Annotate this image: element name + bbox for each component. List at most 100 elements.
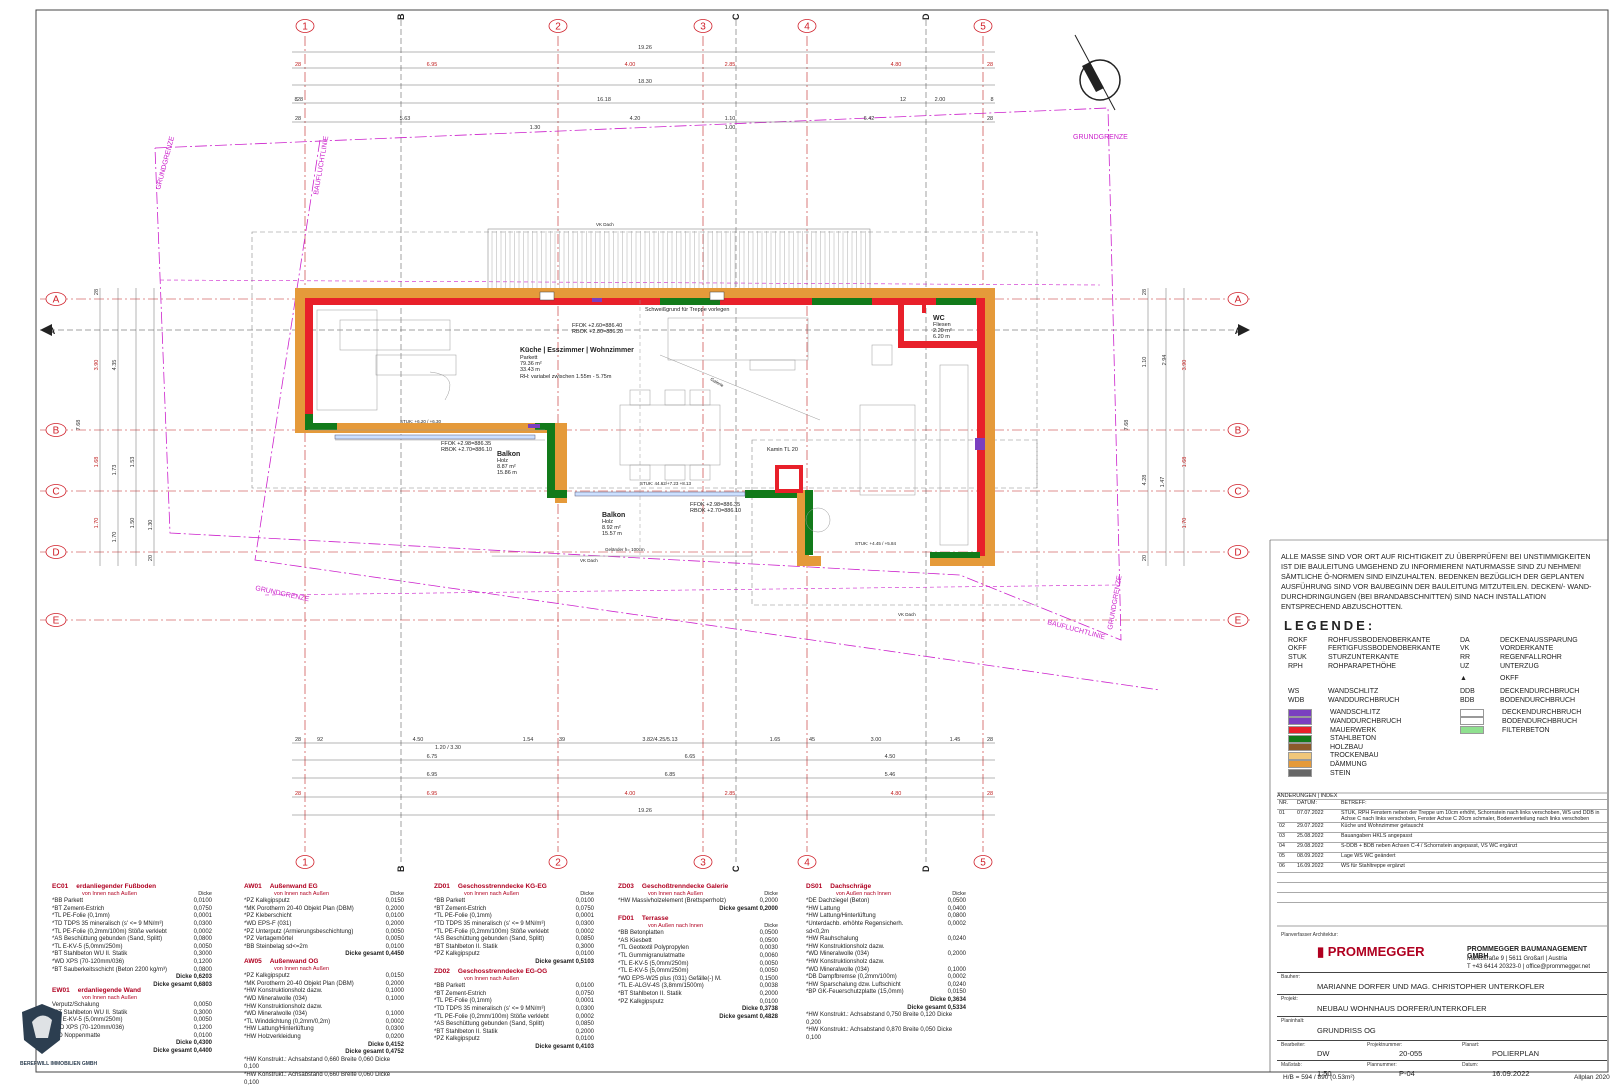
dimension-label: 1.30 bbox=[148, 520, 154, 531]
layer-row: *WD EPS-F (031)0,2000 bbox=[244, 921, 404, 929]
legend-desc: UNTERZUG bbox=[1500, 663, 1539, 670]
legend-swatch bbox=[1460, 726, 1484, 734]
layer-row: *HW Lattung0,0400 bbox=[806, 906, 966, 914]
layer-row: *WD Mineralwolle (034)0,1000 bbox=[244, 996, 404, 1004]
layer-footnote: *HW Konstrukt.: Achsabstand 0,660 Breite… bbox=[244, 1057, 404, 1072]
property-line-label-4: GRUNDGRENZE bbox=[155, 135, 176, 190]
axis-grid bbox=[40, 36, 1250, 852]
row-bubble-B: B bbox=[1228, 424, 1248, 437]
layer-direction: von Innen nach Außen bbox=[52, 995, 212, 1003]
legend-swatch bbox=[1288, 735, 1312, 743]
change-nr: 02 bbox=[1277, 823, 1295, 833]
layer-code: ZD02 bbox=[434, 968, 450, 976]
row-bubble-B: B bbox=[46, 424, 66, 437]
dimension-label: 19.26 bbox=[638, 808, 652, 814]
layer-header: FD01Terrasse bbox=[618, 915, 778, 923]
change-row: 0229.07.2022Küche und Wohnzimmer getausc… bbox=[1277, 823, 1607, 833]
layer-row: *BT Zement-Estrich0,0750 bbox=[434, 906, 594, 914]
layer-footnote: *HW Konstrukt.: Achsabstand 0,870 Breite… bbox=[806, 1027, 966, 1042]
dimension-label: 5.63 bbox=[400, 116, 411, 122]
legend-material-label: STAHLBETON bbox=[1330, 735, 1458, 742]
axis-number-label: 3 bbox=[700, 858, 706, 869]
legend-code: OKFF bbox=[1288, 645, 1328, 652]
legend-material-row: MAUERWERK bbox=[1288, 726, 1458, 735]
layer-row: *SD Noppenmatte0,0100 bbox=[52, 1033, 212, 1041]
layer-code: EC01 bbox=[52, 883, 68, 891]
layer-total-thickness: Dicke gesamt 0,4103 bbox=[434, 1044, 594, 1052]
layer-row: *PZ Kalkgipsputz0,0150 bbox=[244, 973, 404, 981]
change-text: Küche und Wohnzimmer getauscht bbox=[1339, 823, 1607, 833]
layer-row: *TL PE-Folie (0,1mm)0,0001 bbox=[52, 913, 212, 921]
rbok-label-3: RBOK +2.70=886.10 bbox=[690, 508, 741, 514]
layer-row: *PZ Unterputz (Armierungsbeschichtung)0,… bbox=[244, 929, 404, 937]
row-bubble-C: C bbox=[46, 485, 66, 498]
dimension-label: 4.00 bbox=[625, 62, 636, 68]
layer-ew01: EW01erdanliegende Wandvon Innen nach Auß… bbox=[52, 987, 212, 1055]
legend-swatch bbox=[1288, 760, 1312, 768]
dimension-label: 7.68 bbox=[1124, 420, 1130, 431]
axis-bubble-5: 5 bbox=[974, 20, 992, 33]
dimension-label: 6.65 bbox=[685, 754, 696, 760]
layer-code: ZD01 bbox=[434, 883, 450, 891]
layer-thickness: Dicke 0,4152 bbox=[244, 1042, 404, 1050]
dimension-label: 4.35 bbox=[112, 360, 118, 371]
layer-thickness: Dicke 0,3738 bbox=[618, 1006, 778, 1014]
row-letter-label: E bbox=[53, 616, 60, 627]
dimension-label: 6.95 bbox=[427, 62, 438, 68]
layer-direction: von Innen nach Außen bbox=[244, 966, 404, 974]
layer-row: *TL PE-Folie (0,1mm)0,0001 bbox=[434, 913, 594, 921]
legend-desc: ROHPARAPETHÖHE bbox=[1328, 663, 1396, 670]
layer-row: *TL PE-Folie (0,2mm/100m) Stöße verklebt… bbox=[434, 929, 594, 937]
layer-title: Geschoßtrenndecke Galerie bbox=[642, 883, 728, 891]
layer-direction: von Außen nach InnenDicke bbox=[618, 923, 778, 931]
layer-row: *DB Dampfbremse (0,2mm/100m)0,0002 bbox=[806, 974, 966, 982]
dimension-label: 6.85 bbox=[665, 772, 676, 778]
layer-row: *AS Beschüttung gebunden (Sand, Splitt)0… bbox=[52, 936, 212, 944]
legend-material-label: TROCKENBAU bbox=[1330, 752, 1458, 759]
layer-row: *BT Sauberkeitsschicht (Beton 2200 kg/m³… bbox=[52, 967, 212, 975]
layer-row: *AS Beschüttung gebunden (Sand, Splitt)0… bbox=[434, 1021, 594, 1029]
change-row-empty bbox=[1277, 873, 1607, 883]
layer-code: FD01 bbox=[618, 915, 634, 923]
layer-row: *HW Massivholzelement (Brettsperrholz)0,… bbox=[618, 898, 778, 906]
legend-swatch bbox=[1288, 769, 1312, 777]
layer-thickness: Dicke 0,4300 bbox=[52, 1040, 212, 1048]
change-text: STUK, RPH Fenstern neben der Treppe um 1… bbox=[1339, 810, 1607, 823]
layer-aw05: AW05Außenwand OGvon Innen nach Außen*PZ … bbox=[244, 958, 404, 1087]
legend-material-row: TROCKENBAU bbox=[1288, 752, 1458, 761]
layer-row: *BT Zement-Estrich0,0750 bbox=[434, 991, 594, 999]
row-bubble-D: D bbox=[46, 546, 66, 559]
change-row: 0508.09.2022Lage WS WC geändert bbox=[1277, 853, 1607, 863]
dimension-lines bbox=[100, 52, 1184, 815]
change-nr: 04 bbox=[1277, 843, 1295, 853]
material-list: WANDSCHLITZWANDDURCHBRUCHMAUERWERKSTAHLB… bbox=[1288, 709, 1458, 778]
row-letter-label: D bbox=[52, 548, 59, 559]
project-number-label: Projektnummer: bbox=[1367, 1042, 1402, 1048]
layer-title: Außenwand EG bbox=[270, 883, 318, 891]
property-line-label-2: GRUNDGRENZE bbox=[255, 585, 310, 603]
legend-code: UZ bbox=[1460, 663, 1500, 670]
axis-bubble-2: 2 bbox=[549, 856, 567, 869]
legend-code: WS bbox=[1288, 688, 1328, 695]
dimension-label: 45 bbox=[809, 737, 815, 743]
stuk-label-3: STUK: 44.62/+7.23 +8.13 bbox=[640, 481, 692, 486]
project-number: 20-055 bbox=[1399, 1049, 1422, 1058]
dimension-label: 4.50 bbox=[413, 737, 424, 743]
dimension-label: 1.68 bbox=[1182, 457, 1188, 468]
layer-total-thickness: Dicke gesamt 0,5103 bbox=[434, 959, 594, 967]
change-date: 16.09.2022 bbox=[1295, 863, 1339, 873]
axis-bubble-3: 3 bbox=[694, 856, 712, 869]
dimension-label: 16.18 bbox=[597, 97, 611, 103]
layer-header: ZD03Geschoßtrenndecke Galerie bbox=[618, 883, 778, 891]
dimension-label: 3.00 bbox=[871, 737, 882, 743]
legend-code: DDB bbox=[1460, 688, 1500, 695]
logo-mark-icon: ▮ bbox=[1317, 944, 1324, 959]
dimension-label: 1.20 / 3.30 bbox=[435, 745, 461, 751]
change-row-empty bbox=[1277, 893, 1607, 903]
layer-row: *TL PE-Folie (0,2mm/100m) Stöße verklebt… bbox=[434, 1014, 594, 1022]
row-letter-label: D bbox=[1234, 548, 1241, 559]
rbok-label-2: RBOK +2.70=886.10 bbox=[441, 447, 492, 453]
room-name-wc: WC bbox=[933, 315, 945, 322]
dimension-label: 3.82/4.25/5.13 bbox=[642, 737, 677, 743]
dimension-label: 12 bbox=[900, 97, 906, 103]
